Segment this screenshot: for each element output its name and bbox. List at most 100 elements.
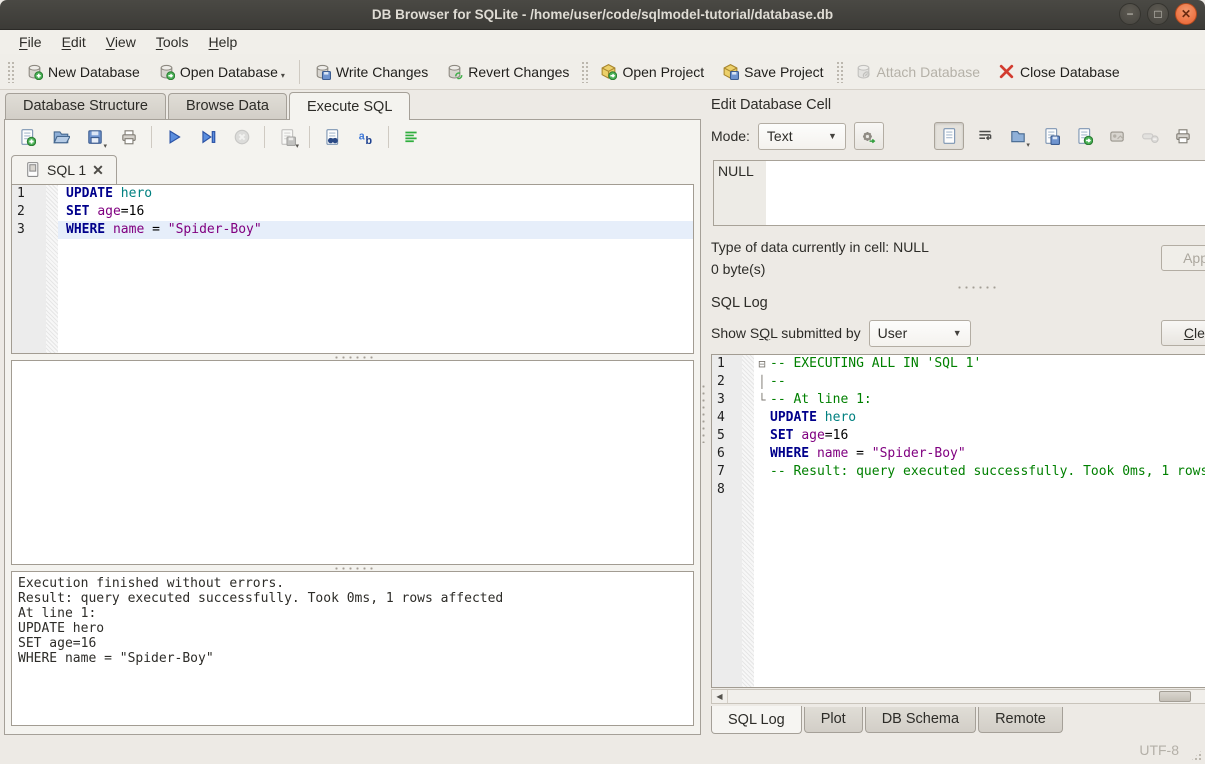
results-grid[interactable] xyxy=(11,360,694,565)
line-number: 3 xyxy=(712,391,742,409)
code-text: -- At line 1: xyxy=(770,391,1205,409)
titlebar: DB Browser for SQLite - /home/user/code/… xyxy=(0,0,1205,30)
execute-all-button[interactable] xyxy=(162,125,186,149)
clear-log-button[interactable]: Clear xyxy=(1161,320,1205,346)
revert-changes-button[interactable]: Revert Changes xyxy=(437,59,578,84)
word-wrap-icon xyxy=(976,127,994,145)
format-sql-button[interactable] xyxy=(399,125,423,149)
tab-browse-data[interactable]: Browse Data xyxy=(168,93,287,119)
write-changes-button[interactable]: Write Changes xyxy=(305,59,437,84)
scrollbar-track[interactable] xyxy=(728,690,1205,703)
fold-marker-icon[interactable]: ⊟ xyxy=(754,355,770,373)
sql-log-hscrollbar[interactable]: ◀ ▶ xyxy=(711,689,1205,704)
sql-doc-tab[interactable]: SQL 1 ✕ xyxy=(11,155,117,184)
editor-line[interactable]: 2SET age=16 xyxy=(12,203,693,221)
attach-database-icon xyxy=(855,63,872,80)
execute-current-line-button[interactable] xyxy=(196,125,220,149)
new-tab-button[interactable] xyxy=(15,125,39,149)
open-external-button[interactable] xyxy=(1105,124,1129,148)
menu-tools[interactable]: Tools xyxy=(147,32,198,52)
menu-file[interactable]: File xyxy=(10,32,51,52)
save-project-button[interactable]: Save Project xyxy=(713,59,832,84)
toolbar-handle[interactable] xyxy=(836,61,843,83)
cell-value: NULL xyxy=(718,163,754,179)
sql-log-line: 2│-- xyxy=(712,373,1205,391)
new-tab-icon xyxy=(18,128,36,146)
chevron-down-icon: ▾ xyxy=(103,142,107,150)
dock-tab-remote[interactable]: Remote xyxy=(978,707,1063,733)
editor-line[interactable]: 3WHERE name = "Spider-Boy" xyxy=(12,221,693,239)
close-button[interactable]: ✕ xyxy=(1175,3,1197,25)
close-database-button[interactable]: Close Database xyxy=(989,59,1129,84)
chevron-down-icon: ▼ xyxy=(953,328,962,338)
toolbar-handle[interactable] xyxy=(581,61,588,83)
close-tab-icon[interactable]: ✕ xyxy=(92,163,104,177)
set-null-icon xyxy=(1141,127,1159,145)
save-sql-file-button[interactable]: ▾ xyxy=(83,125,107,149)
svg-text:a: a xyxy=(359,130,365,142)
print-button[interactable] xyxy=(1171,124,1195,148)
cell-info-area: Type of data currently in cell: NULL 0 b… xyxy=(711,236,1205,280)
edit-cell-icon-row: ▾ xyxy=(934,122,1195,150)
toolbar-button-label: New Database xyxy=(48,64,140,80)
sql-log-line: 8 xyxy=(712,481,1205,499)
new-database-button[interactable]: New Database xyxy=(17,59,149,84)
close-database-icon xyxy=(998,63,1015,80)
export-results-icon xyxy=(278,128,296,146)
maximize-button[interactable]: □ xyxy=(1147,3,1169,25)
line-number: 2 xyxy=(712,373,742,391)
import-file-icon xyxy=(1009,127,1027,145)
tab-database-structure[interactable]: Database Structure xyxy=(5,93,166,119)
toolbar-button-label: Write Changes xyxy=(336,64,428,80)
mode-select[interactable]: Text ▼ xyxy=(758,123,846,150)
cell-value-editor[interactable]: NULL xyxy=(713,160,1205,226)
dock-tab-db-schema[interactable]: DB Schema xyxy=(865,707,976,733)
toolbar-button-label: Attach Database xyxy=(877,64,981,80)
right-dock: Edit Database Cell Mode: Text ▼ ▾ NULL T… xyxy=(705,90,1205,735)
code-text: -- xyxy=(770,373,1205,391)
execution-message-log[interactable]: Execution finished without errors.Result… xyxy=(11,571,694,726)
menu-edit[interactable]: Edit xyxy=(53,32,95,52)
save-as-button[interactable] xyxy=(1039,124,1063,148)
toolbar-separator xyxy=(264,126,265,148)
main-toolbar: New Database Open Database▾ Write Changes R… xyxy=(0,54,1205,90)
sql-document-icon xyxy=(24,161,41,178)
editor-line[interactable]: 1UPDATE hero xyxy=(12,185,693,203)
autocomplete-button[interactable]: ab xyxy=(354,125,378,149)
log-message-line: SET age=16 xyxy=(18,636,687,651)
toolbar-separator xyxy=(388,126,389,148)
submitter-select-value: User xyxy=(878,325,945,341)
sql-log-line: 4UPDATE hero xyxy=(712,409,1205,427)
scroll-left-icon[interactable]: ◀ xyxy=(712,690,728,703)
menu-help[interactable]: Help xyxy=(200,32,247,52)
text-view-button[interactable] xyxy=(934,122,964,150)
open-sql-file-button[interactable] xyxy=(49,125,73,149)
menu-view[interactable]: View xyxy=(97,32,145,52)
minimize-button[interactable]: − xyxy=(1119,3,1141,25)
apply-settings-button[interactable] xyxy=(854,122,884,150)
toolbar-button-label: Open Database xyxy=(180,64,278,80)
open-database-button[interactable]: Open Database▾ xyxy=(149,59,294,84)
scrollbar-thumb[interactable] xyxy=(1159,691,1191,702)
print-button[interactable] xyxy=(117,125,141,149)
sql-doc-tab-bar: SQL 1 ✕ xyxy=(5,154,700,184)
find-replace-button[interactable] xyxy=(320,125,344,149)
dock-tab-bar: SQL LogPlotDB SchemaRemote xyxy=(711,707,1205,735)
dock-splitter[interactable] xyxy=(711,284,1205,290)
word-wrap-button[interactable] xyxy=(973,124,997,148)
chevron-down-icon: ▾ xyxy=(281,71,285,80)
sql-log-line: 3└-- At line 1: xyxy=(712,391,1205,409)
tab-execute-sql[interactable]: Execute SQL xyxy=(289,92,410,120)
sql-doc-tab-label: SQL 1 xyxy=(47,162,86,178)
submitter-select[interactable]: User ▼ xyxy=(869,320,971,347)
dock-tab-sql-log[interactable]: SQL Log xyxy=(711,706,802,734)
export-file-button[interactable] xyxy=(1072,124,1096,148)
resize-grip[interactable] xyxy=(1190,749,1203,762)
dock-tab-plot[interactable]: Plot xyxy=(804,707,863,733)
import-file-button[interactable]: ▾ xyxy=(1006,124,1030,148)
open-project-button[interactable]: Open Project xyxy=(591,59,713,84)
toolbar-handle[interactable] xyxy=(7,61,14,83)
sql-log-view[interactable]: 1⊟-- EXECUTING ALL IN 'SQL 1'2│--3└-- At… xyxy=(711,354,1205,688)
sql-editor[interactable]: 1UPDATE hero2SET age=163WHERE name = "Sp… xyxy=(11,184,694,354)
open-external-icon xyxy=(1108,127,1126,145)
